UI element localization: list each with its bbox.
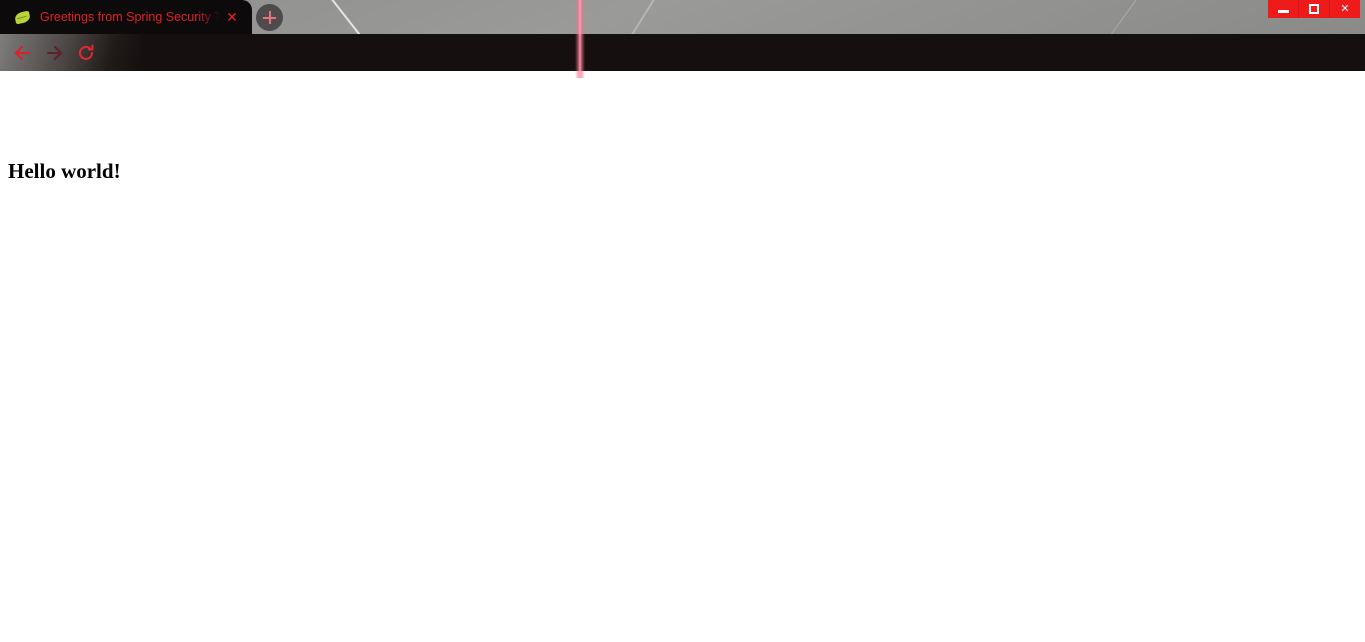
browser-toolbar: localhost:8080/hello ES	[0, 34, 1365, 71]
window-close-button[interactable]: ✕	[1330, 0, 1360, 18]
tab-close-icon[interactable]: ✕	[222, 7, 242, 27]
window-minimize-button[interactable]	[1268, 0, 1299, 18]
browser-window: Greetings from Spring Security T ✕ ✕ Hel…	[0, 0, 1365, 642]
window-controls: ✕	[1268, 0, 1360, 18]
plus-icon	[268, 11, 271, 24]
restore-icon	[1309, 4, 1319, 14]
page-content: Hello world!	[0, 71, 1365, 642]
arrow-right-icon	[46, 45, 63, 61]
page-title: Hello world!	[8, 159, 121, 183]
spring-leaf-icon	[14, 9, 31, 26]
window-restore-button[interactable]	[1299, 0, 1330, 18]
theme-diagonal-streak	[300, 0, 394, 34]
theme-diagonal-streak	[1079, 0, 1151, 34]
arrow-left-icon	[14, 45, 31, 61]
reload-icon	[78, 44, 94, 60]
reload-button[interactable]	[71, 38, 101, 68]
tab-title: Greetings from Spring Security T	[40, 10, 218, 24]
back-button[interactable]	[7, 38, 37, 68]
tab-strip: Greetings from Spring Security T ✕ ✕	[0, 0, 1365, 34]
close-icon: ✕	[1340, 2, 1350, 15]
minimize-icon	[1277, 10, 1289, 13]
tab-greetings-from-spring-security[interactable]: Greetings from Spring Security T ✕	[0, 0, 252, 34]
forward-button	[40, 38, 70, 68]
theme-diagonal-streak	[584, 0, 692, 34]
new-tab-button[interactable]	[256, 4, 283, 31]
